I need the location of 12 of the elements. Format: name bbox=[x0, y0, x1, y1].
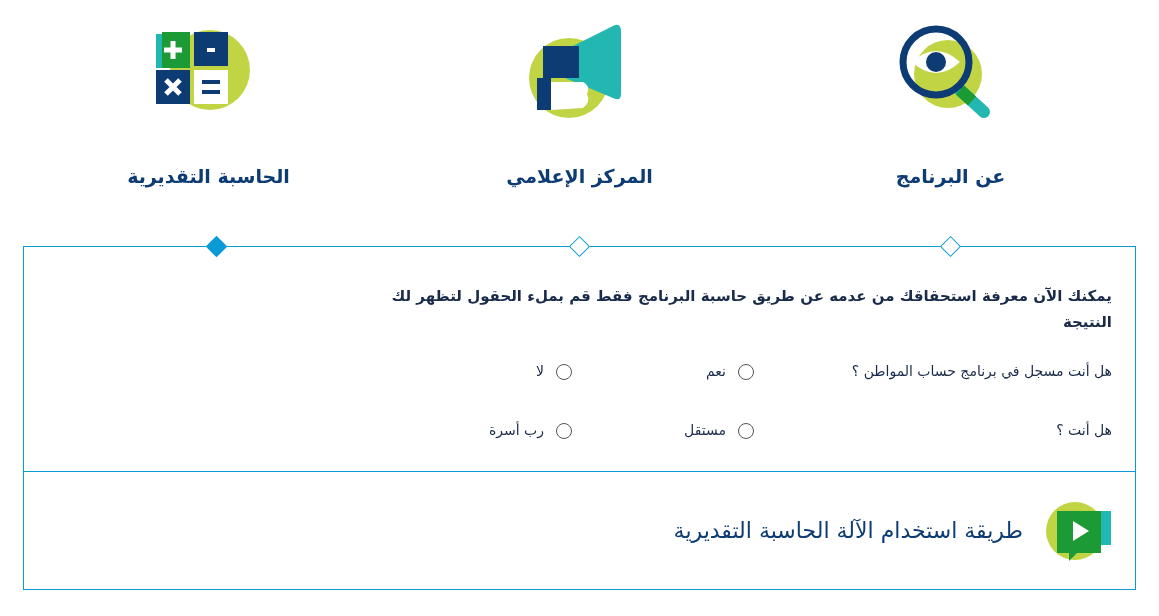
radio-option[interactable]: مستقل bbox=[572, 420, 754, 441]
video-link[interactable]: طريقة استخدام الآلة الحاسبة التقديرية bbox=[673, 514, 1023, 547]
video-play-icon[interactable] bbox=[1043, 500, 1113, 561]
tab[interactable]: عن البرنامج bbox=[895, 162, 1006, 191]
tab[interactable]: الحاسبة التقديرية bbox=[127, 162, 290, 191]
question-label: هل أنت مسجل في برنامج حساب المواطن ؟ bbox=[850, 361, 1112, 382]
tab[interactable]: المركز الإعلامي bbox=[506, 162, 653, 191]
intro-text: يمكنك الآن معرفة استحقاقك من عدمه عن طريق حاسبة البرنامج فقط قم بملء الحقول لتظهر لك النتيجة bbox=[390, 286, 1112, 333]
radio-option[interactable]: رب أسرة bbox=[390, 420, 572, 441]
question-label: هل أنت ؟ bbox=[1055, 420, 1112, 440]
radio-option[interactable]: لا bbox=[390, 361, 572, 382]
radio-option[interactable]: نعم bbox=[572, 361, 754, 382]
